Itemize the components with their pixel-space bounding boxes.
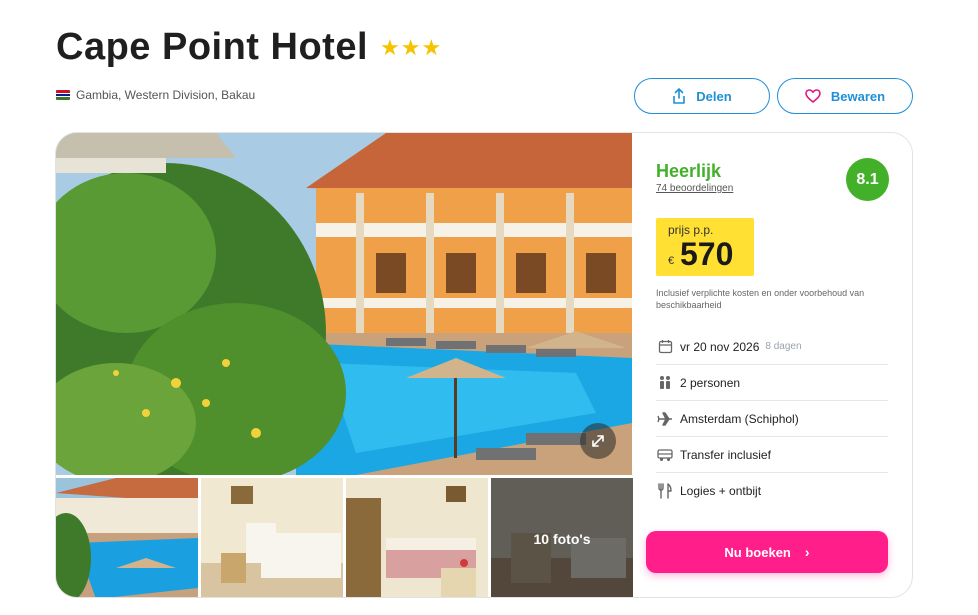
- hotel-name: Cape Point Hotel: [56, 26, 369, 68]
- location-text: Gambia, Western Division, Bakau: [76, 88, 256, 102]
- share-icon: [673, 88, 686, 104]
- thumbnail-room-1-image: [201, 478, 343, 597]
- calendar-icon: [656, 338, 674, 356]
- thumbnail-room-2[interactable]: [346, 478, 488, 597]
- thumbnail-more-photos[interactable]: 10 foto's: [491, 478, 633, 597]
- main-photo[interactable]: [56, 133, 632, 475]
- star-rating: ★★★: [380, 34, 443, 60]
- expand-gallery-button[interactable]: [580, 423, 616, 459]
- detail-persons[interactable]: 2 personen: [656, 365, 888, 401]
- board-text: Logies + ontbijt: [680, 484, 762, 498]
- more-photos-label: 10 foto's: [491, 478, 633, 597]
- bus-icon: [656, 446, 674, 464]
- price-box: prijs p.p. € 570: [656, 218, 754, 276]
- thumbnail-pool-image: [56, 478, 198, 597]
- detail-transfer[interactable]: Transfer inclusief: [656, 437, 888, 473]
- thumbnail-room-2-image: [346, 478, 488, 597]
- persons-text: 2 personen: [680, 375, 741, 390]
- expand-icon: [592, 435, 604, 447]
- detail-departure[interactable]: Amsterdam (Schiphol): [656, 401, 888, 437]
- save-label: Bewaren: [830, 88, 886, 104]
- persons-icon: [656, 374, 674, 392]
- price-value: 570: [680, 236, 734, 272]
- price-currency: €: [668, 255, 675, 267]
- booking-panel: Heerlijk 74 beoordelingen 8.1 prijs p.p.…: [632, 133, 912, 597]
- hotel-card: 10 foto's Heerlijk 74 beoordelingen 8.1 …: [55, 132, 913, 598]
- score-badge: 8.1: [846, 158, 889, 201]
- departure-text: Amsterdam (Schiphol): [680, 411, 799, 426]
- share-button[interactable]: Delen: [634, 78, 770, 114]
- date-text: vr 20 nov 2026: [680, 339, 760, 354]
- detail-date[interactable]: vr 20 nov 2026 8 dagen: [656, 329, 888, 365]
- book-now-label: Nu boeken: [724, 544, 791, 560]
- plane-icon: [656, 410, 674, 428]
- hotel-location: Gambia, Western Division, Bakau: [56, 88, 255, 102]
- save-button[interactable]: Bewaren: [777, 78, 913, 114]
- reviews-link[interactable]: 74 beoordelingen: [656, 183, 733, 194]
- heart-icon: [805, 89, 821, 103]
- page-title: Cape Point Hotel ★★★: [56, 26, 442, 69]
- price-note: Inclusief verplichte kosten en onder voo…: [656, 288, 865, 310]
- hotel-pool-image: [56, 133, 632, 475]
- thumbnail-room-1[interactable]: [201, 478, 343, 597]
- cutlery-icon: [656, 482, 674, 500]
- share-label: Delen: [696, 88, 732, 104]
- thumbnail-pool[interactable]: [56, 478, 198, 597]
- transfer-text: Transfer inclusief: [680, 447, 771, 462]
- gambia-flag-icon: [56, 90, 70, 100]
- rating-word: Heerlijk: [656, 161, 722, 181]
- duration-text: 8 dagen: [765, 341, 802, 352]
- book-now-button[interactable]: Nu boeken ›: [646, 531, 888, 573]
- detail-board[interactable]: Logies + ontbijt: [656, 473, 888, 509]
- price-label: prijs p.p.: [668, 223, 714, 237]
- chevron-right-icon: ›: [804, 544, 810, 560]
